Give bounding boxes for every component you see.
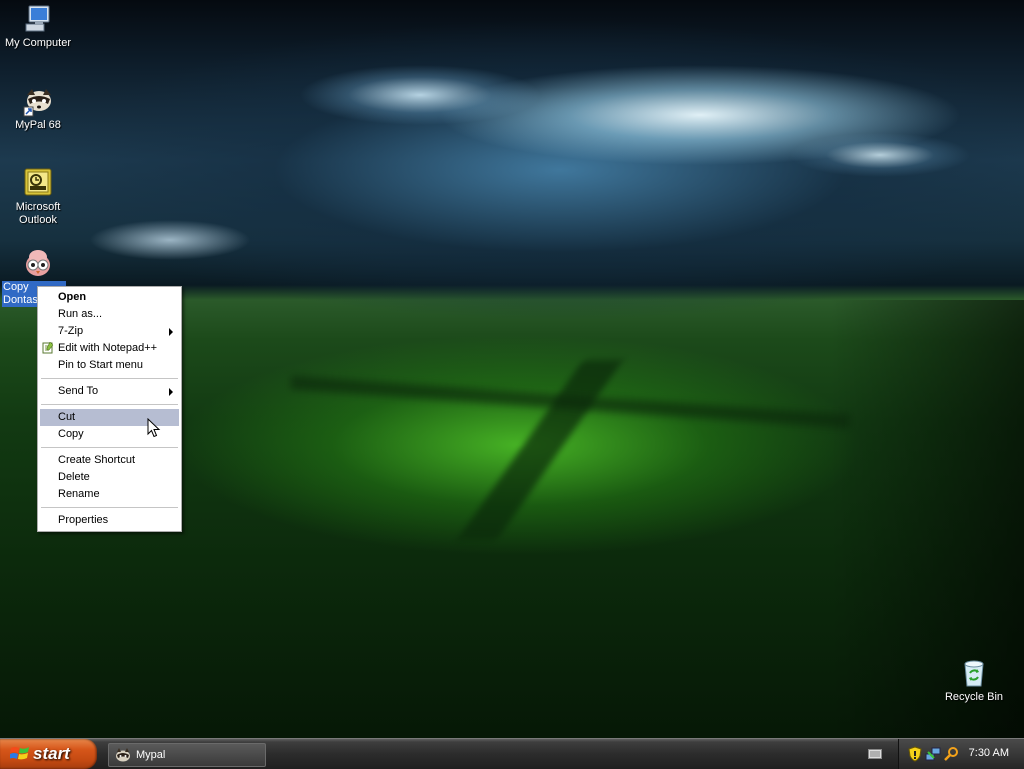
owl-app-icon bbox=[26, 250, 50, 276]
taskbar: start Mypal 7:30 AM bbox=[0, 738, 1024, 769]
desktop-icon-outlook[interactable]: Microsoft Outlook bbox=[0, 167, 76, 227]
desktop-icon-label: Microsoft Outlook bbox=[15, 201, 62, 227]
search-magnifier-icon[interactable] bbox=[943, 746, 959, 762]
mypal-raccoon-icon bbox=[23, 89, 51, 117]
desktop-icon-my-computer[interactable]: My Computer bbox=[0, 3, 76, 50]
context-menu: Open Run as... 7-Zip Edit with Notepad++… bbox=[37, 286, 182, 532]
start-button[interactable]: start bbox=[0, 739, 97, 769]
menu-item-label: Rename bbox=[58, 488, 100, 500]
outlook-label-line1: Microsoft bbox=[15, 201, 61, 213]
clock[interactable]: 7:30 AM bbox=[969, 747, 1009, 759]
menu-item-label: Copy bbox=[58, 428, 84, 440]
menu-item-label: Cut bbox=[58, 411, 76, 423]
menu-item-create-shortcut[interactable]: Create Shortcut bbox=[40, 452, 179, 469]
menu-item-properties[interactable]: Properties bbox=[40, 512, 179, 529]
taskbar-button-label: Mypal bbox=[136, 749, 166, 761]
menu-item-rename[interactable]: Rename bbox=[40, 486, 179, 503]
menu-item-open[interactable]: Open bbox=[40, 289, 179, 306]
menu-item-run-as[interactable]: Run as... bbox=[40, 306, 179, 323]
menu-item-label: Send To bbox=[58, 385, 99, 397]
menu-separator bbox=[41, 447, 178, 448]
desktop-icon-recycle-bin[interactable]: Recycle Bin bbox=[936, 657, 1012, 704]
wallpaper-glow bbox=[170, 330, 870, 560]
menu-item-pin-start[interactable]: Pin to Start menu bbox=[40, 357, 179, 374]
outlook-icon bbox=[24, 168, 52, 196]
taskbar-button-mypal[interactable]: Mypal bbox=[108, 743, 266, 767]
system-tray: 7:30 AM bbox=[898, 739, 1024, 769]
network-icon[interactable] bbox=[925, 746, 941, 762]
outlook-label-line2: Outlook bbox=[19, 214, 57, 226]
desktop-icon-label: My Computer bbox=[4, 37, 72, 49]
menu-separator bbox=[41, 378, 178, 379]
desktop-wallpaper[interactable]: My Computer MyPal 68 Microsoft Outlook C… bbox=[0, 0, 1024, 738]
computer-icon bbox=[25, 5, 50, 32]
menu-item-edit-notepadpp[interactable]: Edit with Notepad++ bbox=[40, 340, 179, 357]
menu-item-label: Open bbox=[58, 291, 87, 303]
windows-flag-icon bbox=[10, 747, 29, 760]
menu-item-label: Pin to Start menu bbox=[58, 359, 143, 371]
recycle-bin-icon bbox=[964, 660, 984, 687]
menu-item-send-to[interactable]: Send To bbox=[40, 383, 179, 400]
submenu-arrow-icon bbox=[169, 328, 173, 336]
menu-separator bbox=[41, 507, 178, 508]
menu-separator bbox=[41, 404, 178, 405]
desktop-icon-mypal[interactable]: MyPal 68 bbox=[0, 85, 76, 132]
menu-item-7zip[interactable]: 7-Zip bbox=[40, 323, 179, 340]
mypal-raccoon-icon bbox=[116, 748, 130, 762]
desktop-icon-label: Recycle Bin bbox=[944, 691, 1004, 703]
menu-item-label: Delete bbox=[58, 471, 90, 483]
menu-item-label: Properties bbox=[58, 514, 109, 526]
start-label: start bbox=[33, 744, 70, 763]
menu-item-delete[interactable]: Delete bbox=[40, 469, 179, 486]
menu-item-label: Run as... bbox=[58, 308, 103, 320]
notepadpp-icon bbox=[42, 342, 54, 354]
desktop-icon-label: MyPal 68 bbox=[15, 119, 61, 131]
menu-item-label: 7-Zip bbox=[58, 325, 84, 337]
menu-item-label: Create Shortcut bbox=[58, 454, 136, 466]
keyboard-icon[interactable] bbox=[868, 748, 882, 760]
menu-item-label: Edit with Notepad++ bbox=[58, 342, 158, 354]
submenu-arrow-icon bbox=[169, 388, 173, 396]
mouse-pointer-icon bbox=[147, 418, 161, 438]
security-shield-icon[interactable] bbox=[907, 746, 923, 762]
